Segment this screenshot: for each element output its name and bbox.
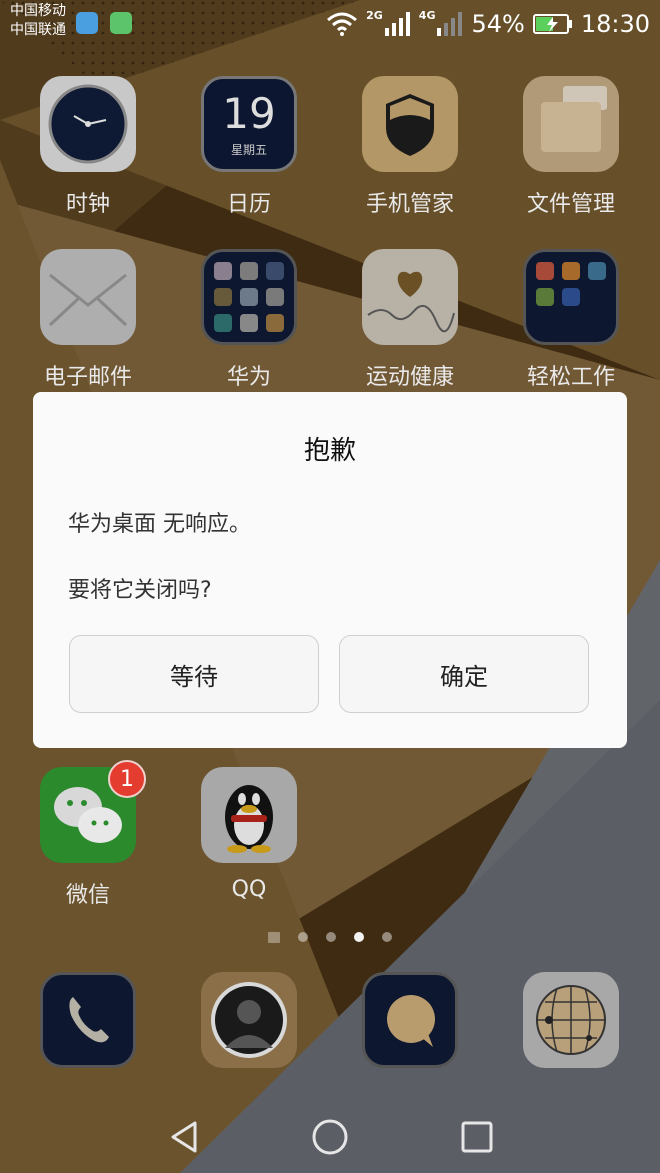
app-calendar[interactable]: 19 星期五 日历 [189,76,309,218]
signal-icon-2 [437,12,463,36]
page-dot[interactable] [326,932,336,942]
battery-icon [532,14,572,34]
signal-icon-1 [384,12,410,36]
notification-app-icon [76,12,98,34]
confirm-close-button[interactable]: 确定 [339,635,589,713]
app-label: 文件管理 [526,192,615,217]
app-health[interactable]: 运动健康 [350,249,470,391]
navigation-bar [0,1098,660,1173]
app-label: 微信 [65,883,110,908]
app-label: 日历 [226,192,271,217]
dock-messages[interactable] [350,972,470,1068]
home-button[interactable] [305,1112,355,1162]
back-icon [171,1121,197,1153]
calendar-day: 19 [222,89,276,138]
calendar-icon: 19 星期五 [201,76,297,172]
app-label: 华为 [226,365,271,390]
dock-phone[interactable] [28,972,148,1068]
wait-button[interactable]: 等待 [69,635,319,713]
app-label: 电子邮件 [43,365,132,390]
carrier-1: 中国移动 [10,3,66,19]
app-clock[interactable]: 时钟 [28,76,148,218]
recents-icon [461,1121,493,1153]
dock-browser[interactable] [511,972,631,1068]
page-dot-active[interactable] [354,932,364,942]
battery-saver-icon [110,12,132,34]
app-label: QQ [231,877,267,902]
home-icon [312,1119,348,1155]
wifi-icon [327,12,358,36]
clock-icon [40,76,136,172]
network-2g-label: 2G [366,8,383,22]
heart-icon [362,249,458,345]
dialog-title: 抱歉 [303,436,356,466]
app-folder-huawei[interactable]: 华为 [189,249,309,391]
phone-icon [40,972,136,1068]
app-label: 轻松工作 [526,365,615,390]
app-qq[interactable]: QQ [189,767,309,902]
network-4g-label: 4G [418,8,436,22]
app-file-manager[interactable]: 文件管理 [511,76,631,218]
penguin-icon [201,767,297,863]
app-email[interactable]: 电子邮件 [28,249,148,391]
calendar-weekday: 星期五 [230,143,267,157]
message-icon [362,972,458,1068]
app-phone-manager[interactable]: 手机管家 [350,76,470,218]
mail-icon [40,249,136,345]
clock-time: 18:30 [580,10,650,38]
folder-icon [523,76,619,172]
app-label: 运动健康 [365,365,454,390]
page-dot[interactable] [382,932,392,942]
app-not-responding-dialog: 抱歉 华为桌面 无响应。 要将它关闭吗? 等待 确定 [33,392,627,748]
dock-contacts[interactable] [189,972,309,1068]
shield-icon [362,76,458,172]
back-button[interactable] [160,1112,210,1162]
carrier-names: 中国移动 中国联通 [10,2,66,40]
home-page-dot[interactable] [268,932,280,943]
dialog-question: 要将它关闭吗? [68,578,212,603]
notification-badge: 1 [108,760,146,798]
app-folder-work[interactable]: 轻松工作 [511,249,631,391]
recents-button[interactable] [452,1112,502,1162]
browser-icon [523,972,619,1068]
contacts-icon [201,972,297,1068]
folder-grid-icon [523,249,619,345]
page-indicator[interactable] [0,932,660,943]
app-label: 手机管家 [365,192,454,217]
battery-percent: 54% [471,10,525,38]
app-label: 时钟 [65,192,110,217]
dialog-message: 华为桌面 无响应。 [68,512,251,537]
page-dot[interactable] [298,932,308,942]
carrier-2: 中国联通 [10,22,66,38]
folder-grid-icon [201,249,297,345]
status-bar: 中国移动 中国联通 2G 4G 54% 18:30 [0,0,660,48]
